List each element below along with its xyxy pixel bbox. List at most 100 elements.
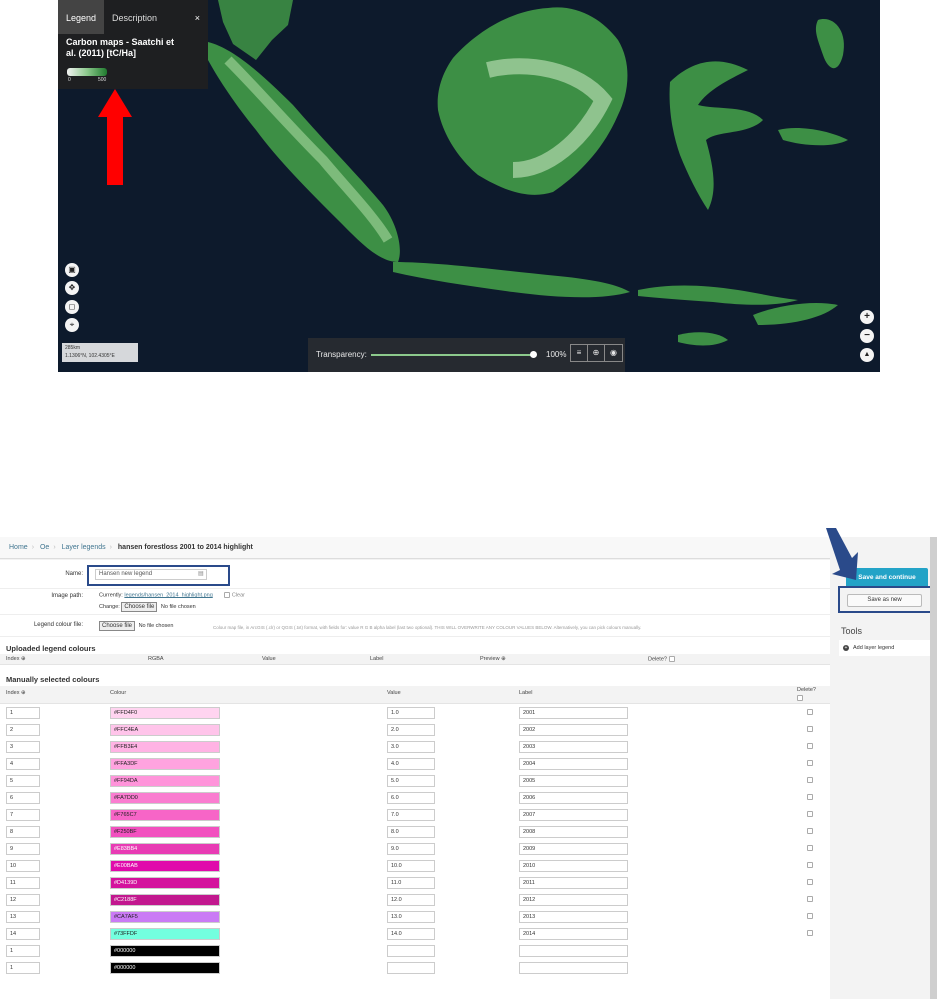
colour-input[interactable]: #FFB3E4 <box>110 741 220 753</box>
delete-checkbox[interactable] <box>807 862 813 868</box>
add-layer-legend-link[interactable]: + Add layer legend <box>839 640 931 656</box>
colour-input[interactable]: #FA7DD0 <box>110 792 220 804</box>
label-input[interactable]: 2008 <box>519 826 628 838</box>
value-input[interactable]: 3.0 <box>387 741 435 753</box>
index-input[interactable]: 9 <box>6 843 40 855</box>
value-input[interactable]: 5.0 <box>387 775 435 787</box>
delete-checkbox[interactable] <box>807 828 813 834</box>
label-input[interactable]: 2009 <box>519 843 628 855</box>
breadcrumb-home[interactable]: Home <box>9 544 28 551</box>
north-arrow-button[interactable]: ▲ <box>860 348 874 362</box>
label-input[interactable] <box>519 945 628 957</box>
index-input[interactable]: 7 <box>6 809 40 821</box>
colour-input[interactable]: #CA7AF5 <box>110 911 220 923</box>
value-input[interactable]: 9.0 <box>387 843 435 855</box>
delete-checkbox[interactable] <box>807 913 813 919</box>
colour-input[interactable]: #FFC4EA <box>110 724 220 736</box>
index-input[interactable]: 1 <box>6 945 40 957</box>
label-input[interactable]: 2014 <box>519 928 628 940</box>
breadcrumb-layer-legends[interactable]: Layer legends <box>62 544 106 551</box>
choose-file-button[interactable]: Choose file <box>121 602 158 612</box>
breadcrumb-oe[interactable]: Oe <box>40 544 49 551</box>
zoom-to-layer-icon[interactable]: ⊕ <box>588 345 605 361</box>
transparency-slider-track[interactable] <box>371 354 533 356</box>
label-input[interactable]: 2002 <box>519 724 628 736</box>
delete-checkbox[interactable] <box>807 709 813 715</box>
label-input[interactable]: 2011 <box>519 877 628 889</box>
delete-checkbox[interactable] <box>807 760 813 766</box>
index-input[interactable]: 11 <box>6 877 40 889</box>
value-input[interactable]: 4.0 <box>387 758 435 770</box>
square-select-icon[interactable]: ◻ <box>65 300 79 314</box>
index-input[interactable]: 1 <box>6 707 40 719</box>
delete-checkbox[interactable] <box>807 845 813 851</box>
value-input[interactable] <box>387 962 435 974</box>
value-input[interactable]: 10.0 <box>387 860 435 872</box>
zoom-out-button[interactable]: − <box>860 329 874 343</box>
index-input[interactable]: 12 <box>6 894 40 906</box>
index-input[interactable]: 1 <box>6 962 40 974</box>
colour-input[interactable]: #000000 <box>110 945 220 957</box>
label-input[interactable] <box>519 962 628 974</box>
colour-input[interactable]: #C2188F <box>110 894 220 906</box>
colour-input[interactable]: #000000 <box>110 962 220 974</box>
value-input[interactable]: 11.0 <box>387 877 435 889</box>
label-input[interactable]: 2010 <box>519 860 628 872</box>
delete-checkbox[interactable] <box>807 743 813 749</box>
close-icon[interactable]: × <box>187 0 208 34</box>
delete-checkbox[interactable] <box>807 896 813 902</box>
value-input[interactable]: 1.0 <box>387 707 435 719</box>
zoom-in-button[interactable]: + <box>860 310 874 324</box>
label-input[interactable]: 2005 <box>519 775 628 787</box>
index-input[interactable]: 3 <box>6 741 40 753</box>
value-input[interactable]: 14.0 <box>387 928 435 940</box>
clear-checkbox[interactable] <box>224 592 231 598</box>
map-view[interactable]: Legend Description × Carbon maps - Saatc… <box>58 0 880 372</box>
choose-colour-file-button[interactable]: Choose file <box>99 621 136 631</box>
pin-icon[interactable]: ⌖ <box>65 318 79 332</box>
filter-icon[interactable]: ≡ <box>571 345 588 361</box>
index-input[interactable]: 10 <box>6 860 40 872</box>
value-input[interactable]: 7.0 <box>387 809 435 821</box>
value-input[interactable]: 6.0 <box>387 792 435 804</box>
delete-checkbox[interactable] <box>807 879 813 885</box>
index-input[interactable]: 2 <box>6 724 40 736</box>
colour-input[interactable]: #FF94DA <box>110 775 220 787</box>
manual-delete-all-checkbox[interactable] <box>797 695 803 701</box>
colour-input[interactable]: #F250BF <box>110 826 220 838</box>
tab-description[interactable]: Description <box>104 0 165 34</box>
index-input[interactable]: 8 <box>6 826 40 838</box>
colour-input[interactable]: #D4139D <box>110 877 220 889</box>
colour-input[interactable]: #73FFDF <box>110 928 220 940</box>
label-input[interactable]: 2001 <box>519 707 628 719</box>
value-input[interactable]: 8.0 <box>387 826 435 838</box>
delete-checkbox[interactable] <box>807 811 813 817</box>
label-input[interactable]: 2003 <box>519 741 628 753</box>
index-input[interactable]: 13 <box>6 911 40 923</box>
delete-checkbox[interactable] <box>807 726 813 732</box>
value-input[interactable]: 12.0 <box>387 894 435 906</box>
value-input[interactable]: 2.0 <box>387 724 435 736</box>
locate-icon[interactable]: ✥ <box>65 281 79 295</box>
value-input[interactable]: 13.0 <box>387 911 435 923</box>
visibility-icon[interactable]: ◉ <box>605 345 622 361</box>
current-file-link[interactable]: legends/hansen_2014_highlight.png <box>124 592 212 598</box>
colour-input[interactable]: #FFA3DF <box>110 758 220 770</box>
index-input[interactable]: 6 <box>6 792 40 804</box>
colour-input[interactable]: #E83BB4 <box>110 843 220 855</box>
delete-checkbox[interactable] <box>807 794 813 800</box>
label-input[interactable]: 2012 <box>519 894 628 906</box>
delete-checkbox[interactable] <box>807 777 813 783</box>
uploaded-delete-all-checkbox[interactable] <box>668 656 675 662</box>
index-input[interactable]: 5 <box>6 775 40 787</box>
label-input[interactable]: 2006 <box>519 792 628 804</box>
colour-input[interactable]: #E00BAB <box>110 860 220 872</box>
tab-legend[interactable]: Legend <box>58 0 105 34</box>
index-input[interactable]: 14 <box>6 928 40 940</box>
label-input[interactable]: 2004 <box>519 758 628 770</box>
label-input[interactable]: 2007 <box>519 809 628 821</box>
colour-input[interactable]: #FFD4F0 <box>110 707 220 719</box>
index-input[interactable]: 4 <box>6 758 40 770</box>
colour-input[interactable]: #F765C7 <box>110 809 220 821</box>
transparency-slider-handle[interactable] <box>530 351 537 358</box>
